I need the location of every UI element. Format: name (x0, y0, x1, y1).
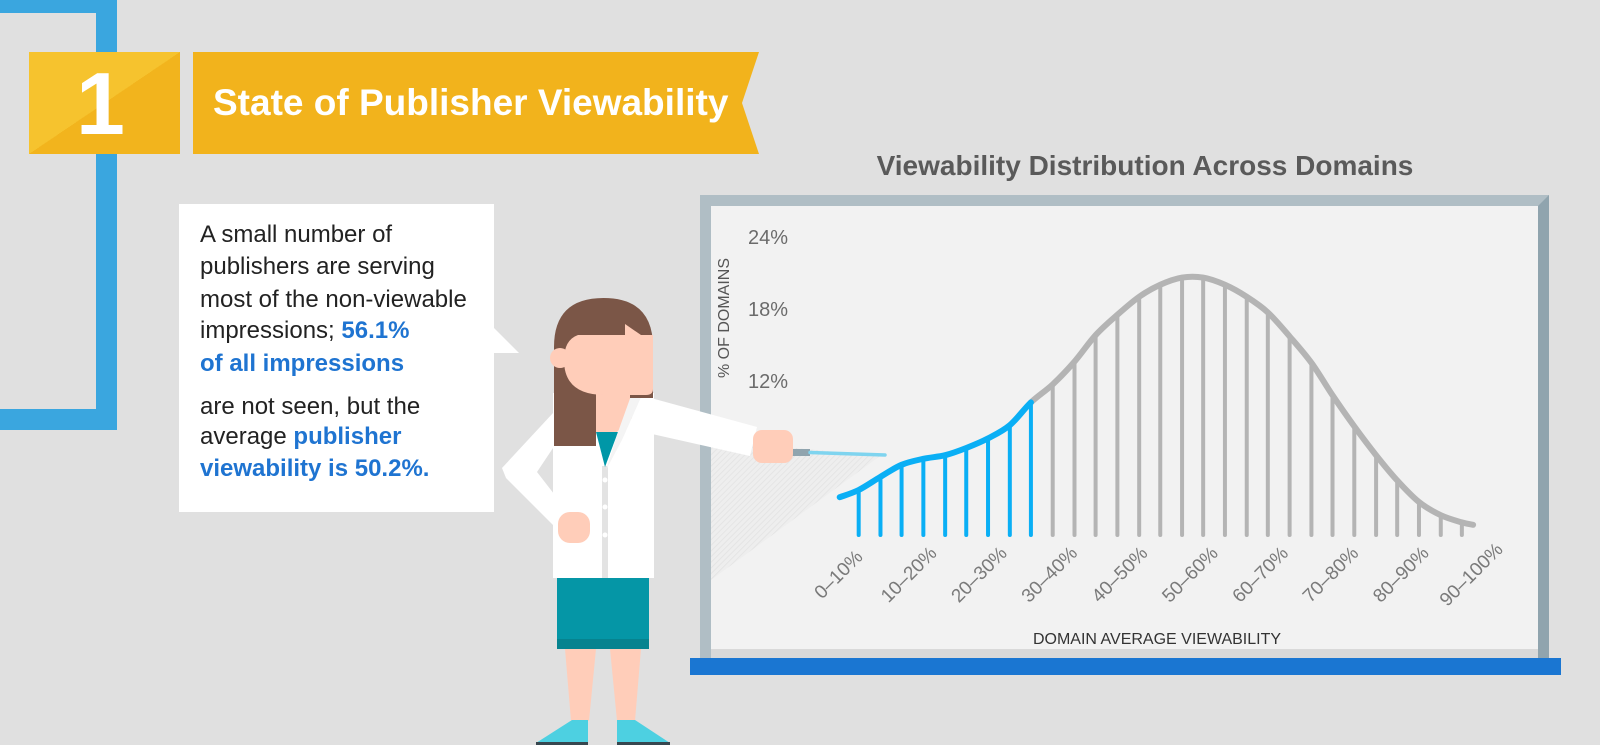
bubble-text: publishers are serving (200, 253, 435, 280)
coat-button (602, 477, 608, 483)
bubble-line: of all impressions (200, 352, 404, 376)
section-number: 1 (76, 54, 125, 153)
bubble-line: average publisher (200, 425, 401, 449)
coat-seam (602, 466, 608, 578)
y-axis-label: % OF DOMAINS (716, 258, 733, 379)
bubble-highlight-text: viewability is 50.2%. (200, 455, 430, 482)
coat-button (602, 532, 608, 538)
bubble-text: A small number of (200, 221, 393, 248)
bubble-text: are not seen, but the (200, 393, 421, 420)
right-shoe-icon (617, 720, 670, 743)
right-leg (610, 649, 641, 721)
left-arm (502, 413, 568, 525)
skirt (557, 576, 649, 649)
bubble-highlight-text: of all impressions (200, 350, 405, 377)
whiteboard-bottom-edge (711, 649, 1538, 658)
bubble-text: impressions; (200, 317, 342, 344)
whiteboard-panel (711, 206, 1538, 649)
left-leg (565, 649, 596, 721)
neck (596, 390, 632, 432)
bubble-highlight-text: 56.1% (341, 317, 410, 344)
coat-lapel (606, 393, 642, 470)
speech-bubble-tail (494, 328, 519, 353)
whiteboard-frame-side (1538, 195, 1549, 658)
bubble-line: A small number of (200, 223, 392, 247)
bubble-line: impressions; 56.1% (200, 319, 409, 343)
lab-coat (553, 393, 654, 578)
section-title: State of Publisher Viewability (213, 82, 729, 123)
bubble-line: are not seen, but the (200, 395, 420, 419)
coat-button (602, 504, 608, 510)
left-hand (558, 512, 590, 543)
outline-bottom-bar (0, 409, 117, 430)
shirt (596, 432, 618, 467)
whiteboard-tray (690, 658, 1561, 675)
x-axis-label: DOMAIN AVERAGE VIEWABILITY (1032, 631, 1282, 648)
ear (550, 348, 570, 368)
bubble-text: average (200, 423, 294, 450)
bubble-line: viewability is 50.2%. (200, 457, 429, 481)
bubble-highlight-text: publisher (293, 423, 402, 450)
bubble-line: publishers are serving (200, 255, 435, 279)
face (564, 324, 653, 395)
bubble-text: most of the non-viewable (200, 286, 467, 313)
chart-title: Viewability Distribution Across Domains (876, 150, 1414, 181)
skirt-hem (557, 639, 649, 649)
left-shoe-icon (536, 720, 588, 743)
bubble-line: most of the non-viewable (200, 288, 467, 312)
hair (554, 298, 653, 446)
